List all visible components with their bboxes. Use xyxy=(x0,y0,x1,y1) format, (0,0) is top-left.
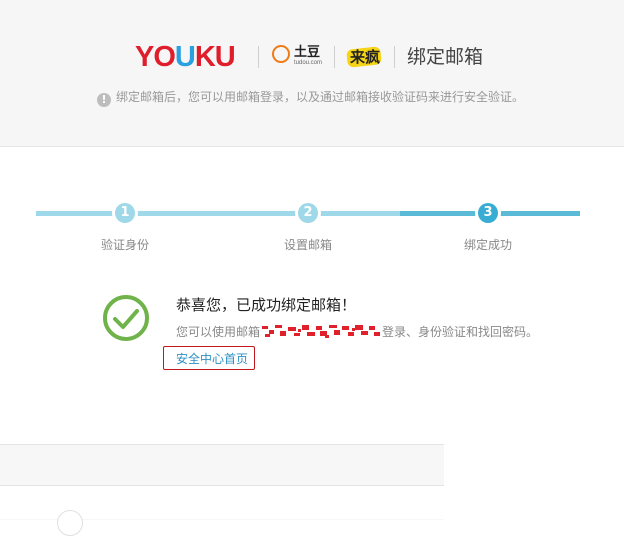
brand-divider xyxy=(394,46,395,68)
page-title: 绑定邮箱 xyxy=(407,46,484,68)
step-1-number: 1 xyxy=(115,203,135,223)
success-title: 恭喜您，已成功绑定邮箱！ xyxy=(176,296,357,314)
success-description: 您可以使用邮箱 登录、身份验证和找回密码。 xyxy=(176,323,538,340)
step-1-label: 验证身份 xyxy=(101,238,150,252)
laifeng-logo-text: 来疯 xyxy=(349,48,380,66)
stepper-track-complete xyxy=(36,211,400,216)
step-2-number: 2 xyxy=(298,203,318,223)
progress-stepper: 1 验证身份 2 设置邮箱 3 绑定成功 xyxy=(0,198,624,258)
step-3-label: 绑定成功 xyxy=(464,238,513,252)
redacted-email xyxy=(260,323,383,339)
tudou-logo: 土豆 tudou.com xyxy=(272,43,326,71)
brand-row: YOUKU 土豆 tudou.com 来疯 绑定邮箱 xyxy=(0,40,624,74)
binding-notice: ! 绑定邮箱后，您可以用邮箱登录，以及通过邮箱接收验证码来进行安全验证。 xyxy=(97,89,524,107)
bottom-avatar-icon xyxy=(57,510,83,536)
check-circle-icon xyxy=(103,295,149,341)
brand-divider xyxy=(258,46,259,68)
success-desc-prefix: 您可以使用邮箱 xyxy=(176,325,261,339)
youku-logo: YOUKU xyxy=(135,41,236,73)
success-desc-suffix: 登录、身份验证和找回密码。 xyxy=(382,325,539,339)
tudou-domain-text: tudou.com xyxy=(294,60,323,66)
step-3-marker: 3 xyxy=(475,200,501,226)
page-header: YOUKU 土豆 tudou.com 来疯 绑定邮箱 ! 绑定邮箱后，您可以用邮箱… xyxy=(0,0,624,147)
tudou-logo-text: 土豆 xyxy=(294,44,321,59)
step-3-number: 3 xyxy=(478,203,498,223)
exclamation-icon: ! xyxy=(97,93,111,107)
step-2-marker: 2 xyxy=(295,200,321,226)
security-center-home-link[interactable]: 安全中心首页 xyxy=(176,351,248,367)
brand-divider xyxy=(334,46,335,68)
tudou-face-icon xyxy=(272,45,290,63)
laifeng-logo: 来疯 xyxy=(346,44,383,70)
notice-text: 绑定邮箱后，您可以用邮箱登录，以及通过邮箱接收验证码来进行安全验证。 xyxy=(116,90,525,104)
step-2-label: 设置邮箱 xyxy=(284,238,333,252)
step-1-marker: 1 xyxy=(112,200,138,226)
